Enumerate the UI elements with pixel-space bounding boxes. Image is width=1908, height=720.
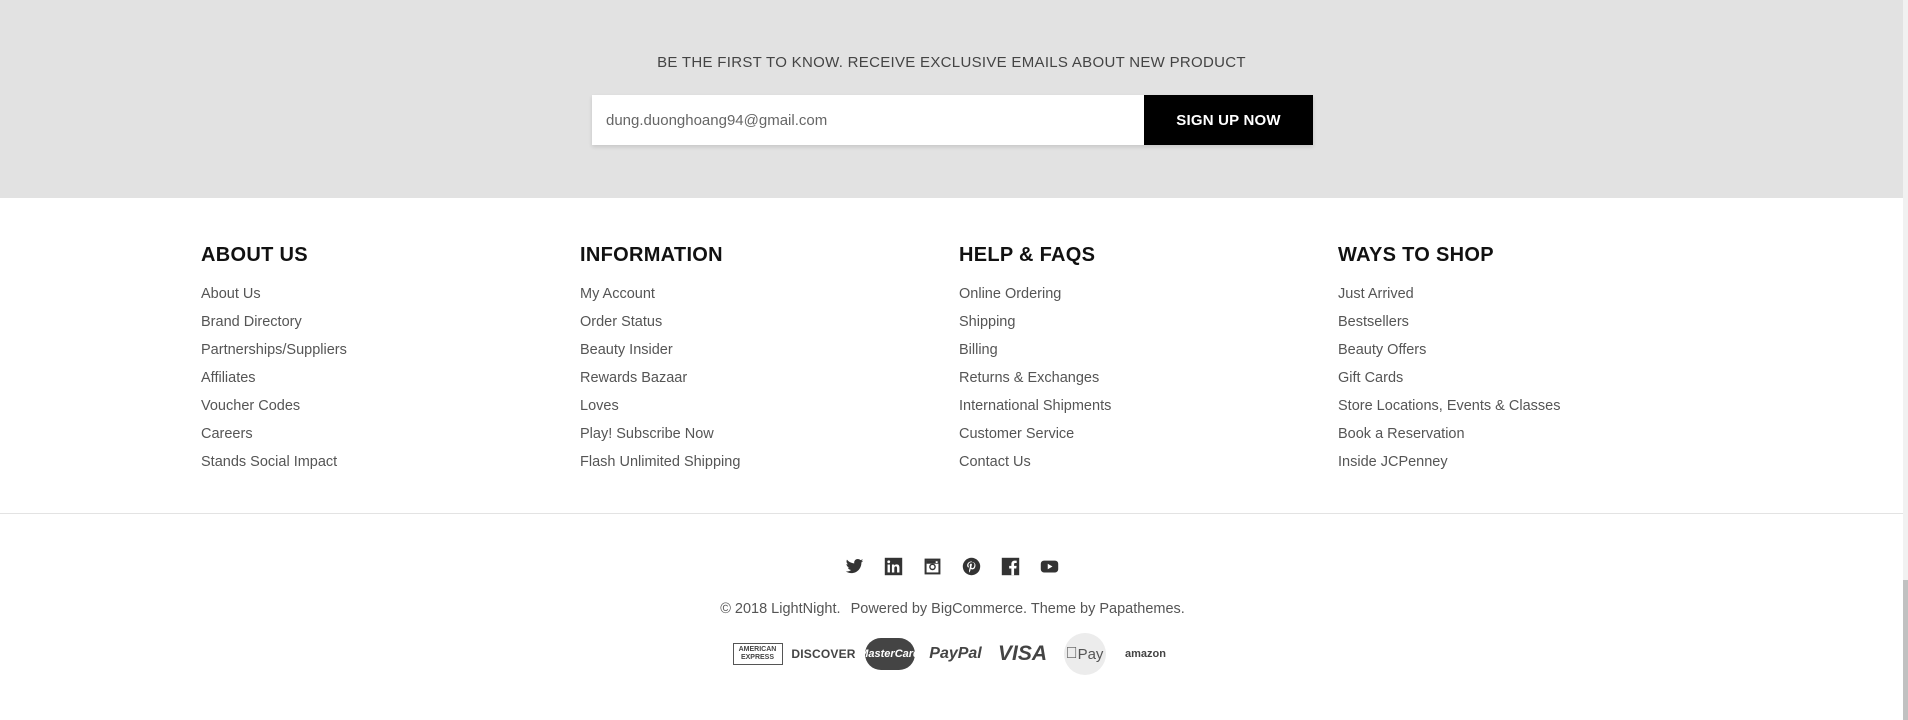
column-title: HELP & FAQS — [959, 244, 1096, 266]
column-title: ABOUT US — [201, 244, 308, 266]
footer-link-affiliates[interactable]: Affiliates — [201, 370, 256, 386]
footer-link-play-subscribe[interactable]: Play! Subscribe Now — [580, 426, 714, 442]
footer-link-rewards-bazaar[interactable]: Rewards Bazaar — [580, 370, 687, 386]
linkedin-icon[interactable] — [884, 557, 903, 576]
twitter-icon[interactable] — [845, 557, 864, 576]
footer-link-brand-directory[interactable]: Brand Directory — [201, 314, 302, 330]
pinterest-icon[interactable] — [962, 557, 981, 576]
footer-link-order-status[interactable]: Order Status — [580, 314, 662, 330]
footer-link-social-impact[interactable]: Stands Social Impact — [201, 454, 337, 470]
mastercard-icon: MasterCard — [859, 638, 920, 670]
footer-link-contact-us[interactable]: Contact Us — [959, 454, 1031, 470]
email-field[interactable] — [592, 95, 1144, 145]
facebook-icon[interactable] — [1001, 557, 1020, 576]
instagram-icon[interactable] — [923, 557, 942, 576]
paypal-icon: PayPal — [929, 645, 982, 662]
social-links — [0, 557, 1903, 576]
payment-methods: AMERICAN EXPRESS DISCOVER MasterCard Pay… — [0, 633, 1903, 675]
footer-link-voucher-codes[interactable]: Voucher Codes — [201, 398, 300, 414]
footer-link-online-ordering[interactable]: Online Ordering — [959, 286, 1061, 302]
footer-link-careers[interactable]: Careers — [201, 426, 253, 442]
footer-columns: ABOUT US About Us Brand Directory Partne… — [0, 198, 1903, 513]
apple-pay-label: Pay — [1071, 645, 1104, 663]
column-title: INFORMATION — [580, 244, 723, 266]
footer-link-shipping[interactable]: Shipping — [959, 314, 1015, 330]
copyright-line: © 2018 LightNight. Powered by BigCommerc… — [0, 601, 1903, 617]
footer-link-just-arrived[interactable]: Just Arrived — [1338, 286, 1414, 302]
amex-icon: AMERICAN EXPRESS — [732, 643, 783, 665]
column-title: WAYS TO SHOP — [1338, 244, 1494, 266]
bigcommerce-link[interactable]: Powered by BigCommerce. — [851, 601, 1028, 617]
footer-link-billing[interactable]: Billing — [959, 342, 998, 358]
footer-column-about-us: ABOUT US About Us Brand Directory Partne… — [201, 242, 571, 476]
apple-pay-icon:  Pay — [1063, 633, 1106, 675]
footer-link-inside-jcpenney[interactable]: Inside JCPenney — [1338, 454, 1448, 470]
footer-link-gift-cards[interactable]: Gift Cards — [1338, 370, 1403, 386]
footer-link-beauty-offers[interactable]: Beauty Offers — [1338, 342, 1426, 358]
scrollbar-thumb[interactable] — [1903, 580, 1908, 720]
footer-column-information: INFORMATION My Account Order Status Beau… — [580, 242, 950, 476]
footer-link-my-account[interactable]: My Account — [580, 286, 655, 302]
footer-link-bestsellers[interactable]: Bestsellers — [1338, 314, 1409, 330]
papathemes-link[interactable]: Theme by Papathemes. — [1031, 601, 1185, 617]
footer-link-customer-service[interactable]: Customer Service — [959, 426, 1074, 442]
newsletter-section: BE THE FIRST TO KNOW. RECEIVE EXCLUSIVE … — [0, 0, 1903, 198]
footer-link-book-reservation[interactable]: Book a Reservation — [1338, 426, 1465, 442]
amex-line-2: EXPRESS — [740, 654, 775, 661]
footer-link-store-locations[interactable]: Store Locations, Events & Classes — [1338, 398, 1560, 414]
footer-column-help-faqs: HELP & FAQS Online Ordering Shipping Bil… — [959, 242, 1329, 476]
footer-column-ways-to-shop: WAYS TO SHOP Just Arrived Bestsellers Be… — [1338, 242, 1708, 476]
visa-icon: VISA — [997, 642, 1047, 665]
youtube-icon[interactable] — [1040, 557, 1059, 576]
footer-link-international[interactable]: International Shipments — [959, 398, 1111, 414]
footer-link-returns[interactable]: Returns & Exchanges — [959, 370, 1099, 386]
footer-link-about-us[interactable]: About Us — [201, 286, 261, 302]
sign-up-button[interactable]: SIGN UP NOW — [1144, 95, 1313, 145]
amex-line-1: AMERICAN — [738, 646, 777, 653]
newsletter-heading: BE THE FIRST TO KNOW. RECEIVE EXCLUSIVE … — [657, 54, 1246, 71]
footer-divider — [0, 513, 1903, 514]
copyright-text: © 2018 LightNight. — [720, 601, 841, 617]
footer-link-loves[interactable]: Loves — [580, 398, 619, 414]
footer-link-partnerships[interactable]: Partnerships/Suppliers — [201, 342, 347, 358]
apple-logo-icon:  — [1066, 645, 1078, 663]
discover-icon: DISCOVER — [791, 647, 856, 661]
footer-link-flash-shipping[interactable]: Flash Unlimited Shipping — [580, 454, 740, 470]
footer-link-beauty-insider[interactable]: Beauty Insider — [580, 342, 673, 358]
amazon-icon: amazon — [1125, 648, 1166, 660]
newsletter-form: SIGN UP NOW — [592, 95, 1313, 145]
